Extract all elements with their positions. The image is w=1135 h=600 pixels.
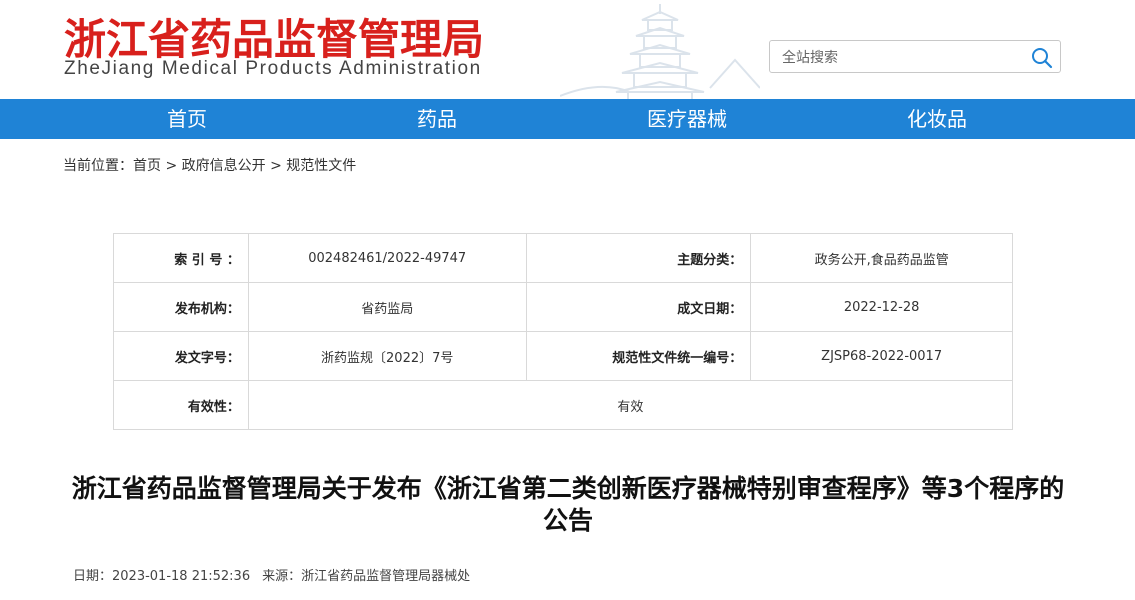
index-number-value: 002482461/2022-49747 [247,233,527,283]
publisher-value: 省药监局 [247,282,527,332]
unified-code-label: 规范性文件统一编号： [525,331,752,381]
search-icon[interactable] [1030,46,1054,70]
table-row: 有效性： 有效 [113,380,1014,430]
source-label: 来源： [262,569,302,584]
nav-item-cosmetics[interactable]: 化妆品 [867,99,1007,139]
table-row: 发布机构： 省药监局 成文日期： 2022-12-28 [113,282,1013,332]
breadcrumb-item-home[interactable]: 首页 [133,158,161,174]
main-nav: 首页 药品 医疗器械 化妆品 [0,99,1135,139]
table-row: 发文字号： 浙药监规〔2022〕7号 规范性文件统一编号： ZJSP68-202… [113,331,1013,381]
index-number-label: 索 引 号 ： [113,233,249,283]
publish-date: 2023-01-18 21:52:36 [112,569,251,584]
topic-category-label: 主题分类： [525,233,752,283]
document-info-table: 索 引 号 ： 002482461/2022-49747 主题分类： 政务公开,… [113,233,1014,430]
breadcrumb-item-gov-info[interactable]: 政府信息公开 [182,158,266,174]
breadcrumb-item-normative-docs[interactable]: 规范性文件 [286,158,356,174]
breadcrumb: 当前位置：首页 > 政府信息公开 > 规范性文件 [63,155,356,175]
document-number-value: 浙药监规〔2022〕7号 [247,331,527,381]
date-label: 日期： [73,569,113,584]
search-input[interactable] [780,45,1024,71]
unified-code-value: ZJSP68-2022-0017 [750,331,1013,381]
search-box [769,40,1061,73]
document-number-label: 发文字号： [113,331,249,381]
written-date-label: 成文日期： [525,282,752,332]
source-value: 浙江省药品监督管理局器械处 [301,569,471,584]
breadcrumb-separator: > [165,158,178,174]
article-meta: 日期：2023-01-18 21:52:36 来源：浙江省药品监督管理局器械处 [73,565,470,584]
site-logo-subtitle: ZheJiang Medical Products Administration [64,58,482,79]
article-title: 浙江省药品监督管理局关于发布《浙江省第二类创新医疗器械特别审查程序》等3个程序的… [71,474,1065,535]
written-date-value: 2022-12-28 [750,282,1013,332]
topic-category-value: 政务公开,食品药品监管 [750,233,1013,283]
publisher-label: 发布机构： [113,282,249,332]
pagoda-watermark-icon [560,4,760,100]
nav-item-medical-devices[interactable]: 医疗器械 [617,99,757,139]
breadcrumb-prefix: 当前位置： [63,158,133,174]
nav-item-home[interactable]: 首页 [117,99,257,139]
breadcrumb-separator: > [270,158,282,174]
site-header: 浙江省药品监督管理局 ZheJiang Medical Products Adm… [0,0,1135,100]
validity-value: 有效 [247,380,1014,430]
validity-label: 有效性： [113,380,249,430]
nav-item-drugs[interactable]: 药品 [367,99,507,139]
table-row: 索 引 号 ： 002482461/2022-49747 主题分类： 政务公开,… [113,233,1013,283]
